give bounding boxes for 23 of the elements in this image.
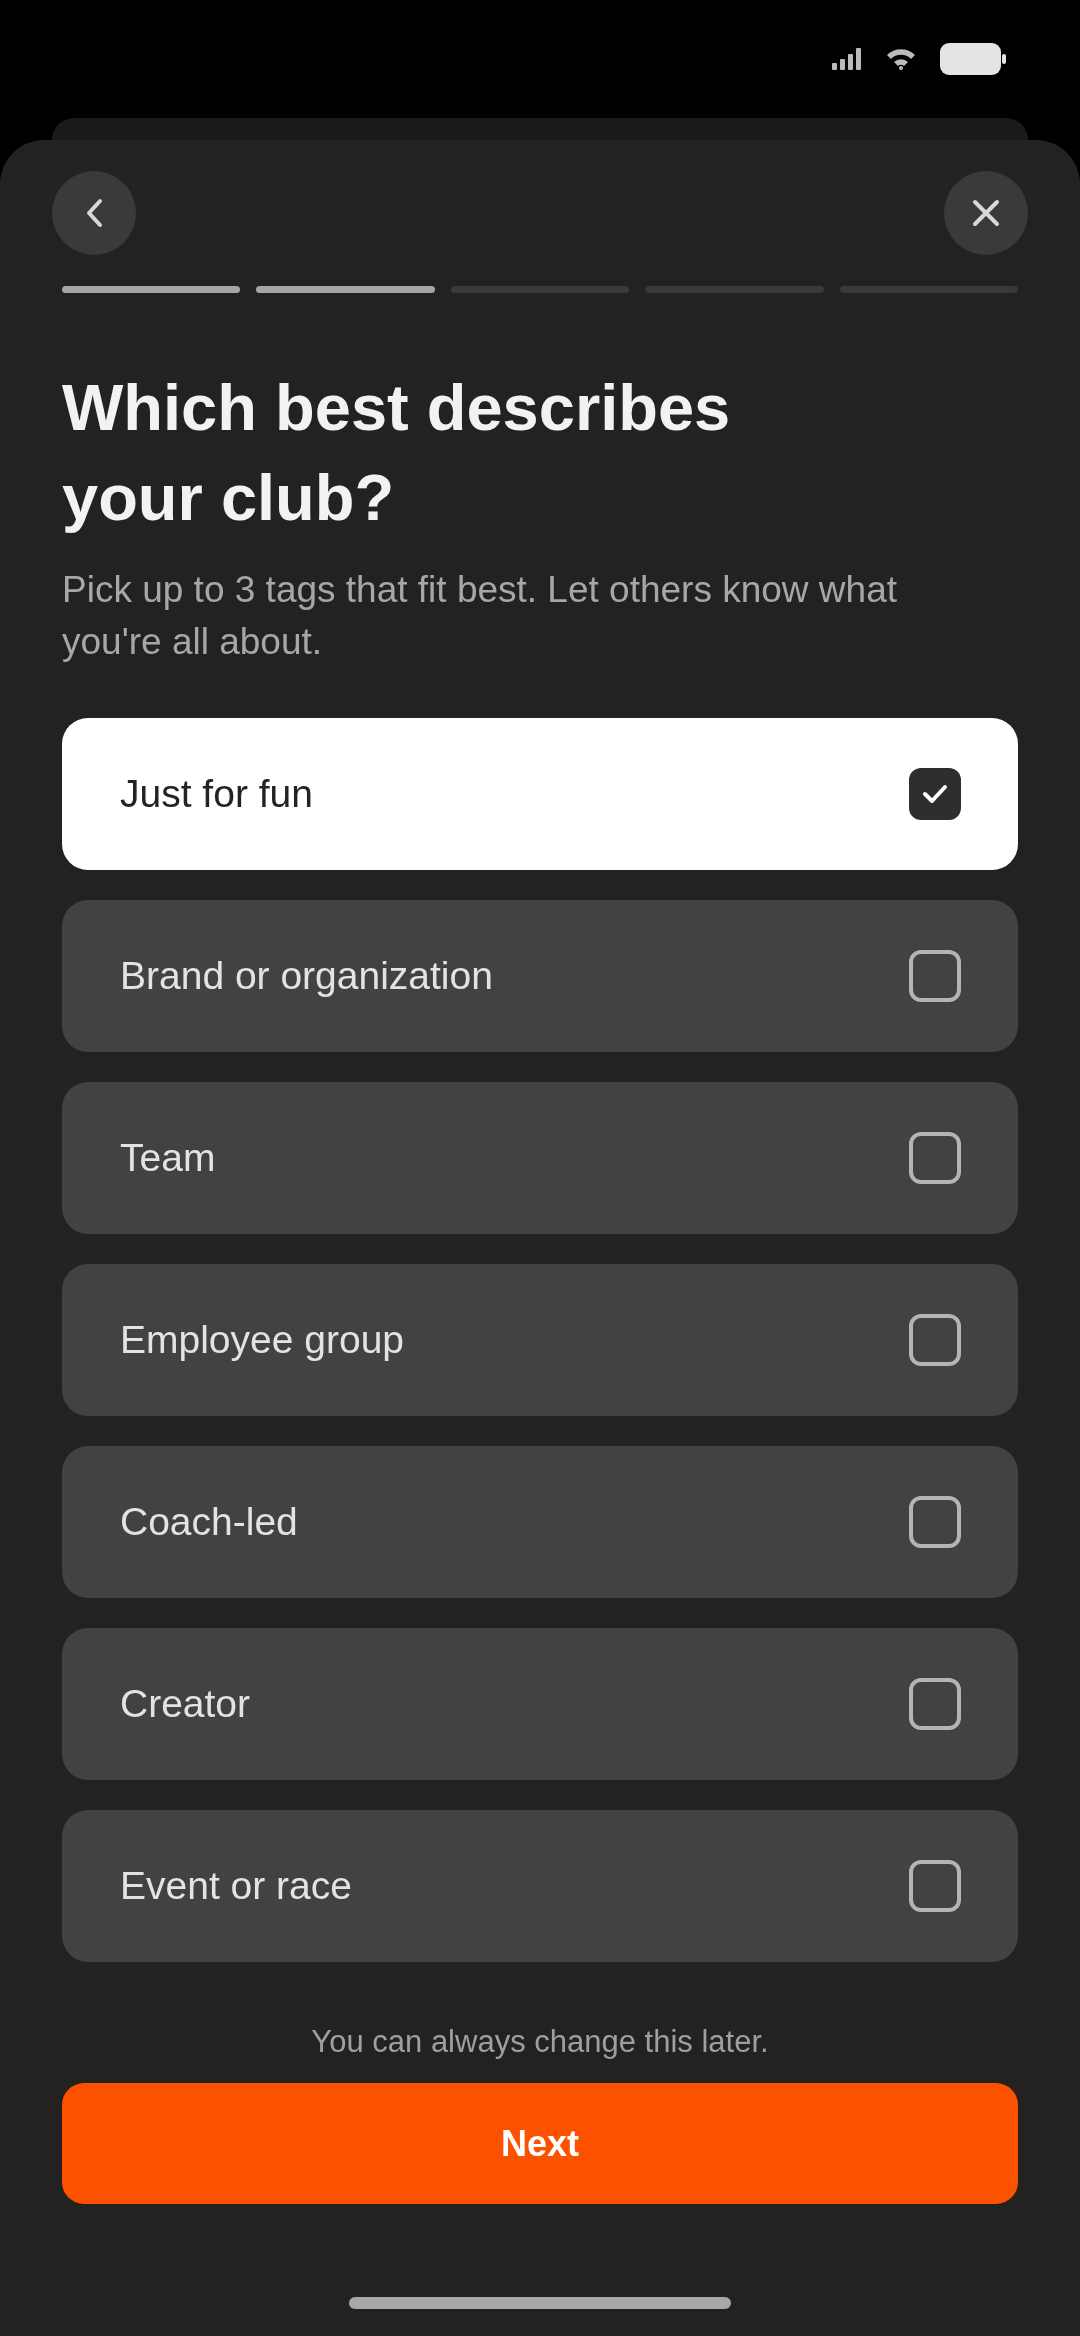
tag-option[interactable]: Brand or organization (62, 900, 1018, 1052)
footer-note: You can always change this later. (310, 2023, 770, 2061)
wifi-icon (886, 48, 916, 70)
tag-option[interactable]: Team (62, 1082, 1018, 1234)
checkmark-icon (922, 784, 948, 804)
checkbox[interactable] (909, 1496, 961, 1548)
checkbox[interactable] (909, 1314, 961, 1366)
page-title: Which best describes your club? (62, 370, 732, 536)
chevron-left-icon (85, 198, 103, 228)
checkbox[interactable] (909, 1860, 961, 1912)
signal-icon (832, 48, 862, 70)
checkbox[interactable] (909, 768, 961, 820)
subtitle: Pick up to 3 tags that fit best. Let others know what you're all about. (62, 568, 898, 664)
battery-icon (940, 43, 1006, 75)
tag-option[interactable]: Event or race (62, 1810, 1018, 1962)
checkbox[interactable] (909, 1132, 961, 1184)
tag-option[interactable]: Employee group (62, 1264, 1018, 1416)
close-icon (972, 199, 1000, 227)
tag-option[interactable]: Just for fun (62, 718, 1018, 870)
tag-option[interactable]: Creator (62, 1628, 1018, 1780)
checkbox[interactable] (909, 950, 961, 1002)
checkbox[interactable] (909, 1678, 961, 1730)
tag-option[interactable]: Coach-led (62, 1446, 1018, 1598)
